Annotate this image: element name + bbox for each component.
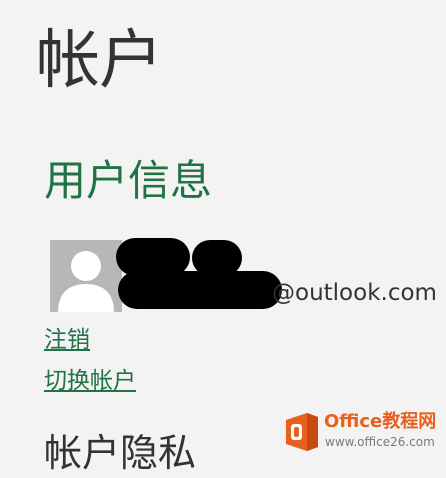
account-privacy-heading: 帐户隐私	[44, 431, 197, 475]
watermark-url: www.office26.com	[325, 435, 435, 449]
user-silhouette-icon	[58, 251, 114, 312]
avatar	[50, 240, 122, 312]
watermark-name: Office教程网	[324, 411, 437, 432]
page-title: 帐户	[36, 24, 163, 98]
watermark: Office教程网 www.office26.com	[282, 409, 440, 455]
switch-account-link[interactable]: 切换帐户	[44, 366, 136, 396]
office-logo-icon	[286, 413, 318, 451]
redaction-mark	[118, 271, 282, 309]
account-email: @outlook.com	[272, 280, 437, 306]
user-info-heading: 用户信息	[44, 156, 213, 205]
sign-out-link[interactable]: 注销	[44, 325, 90, 355]
